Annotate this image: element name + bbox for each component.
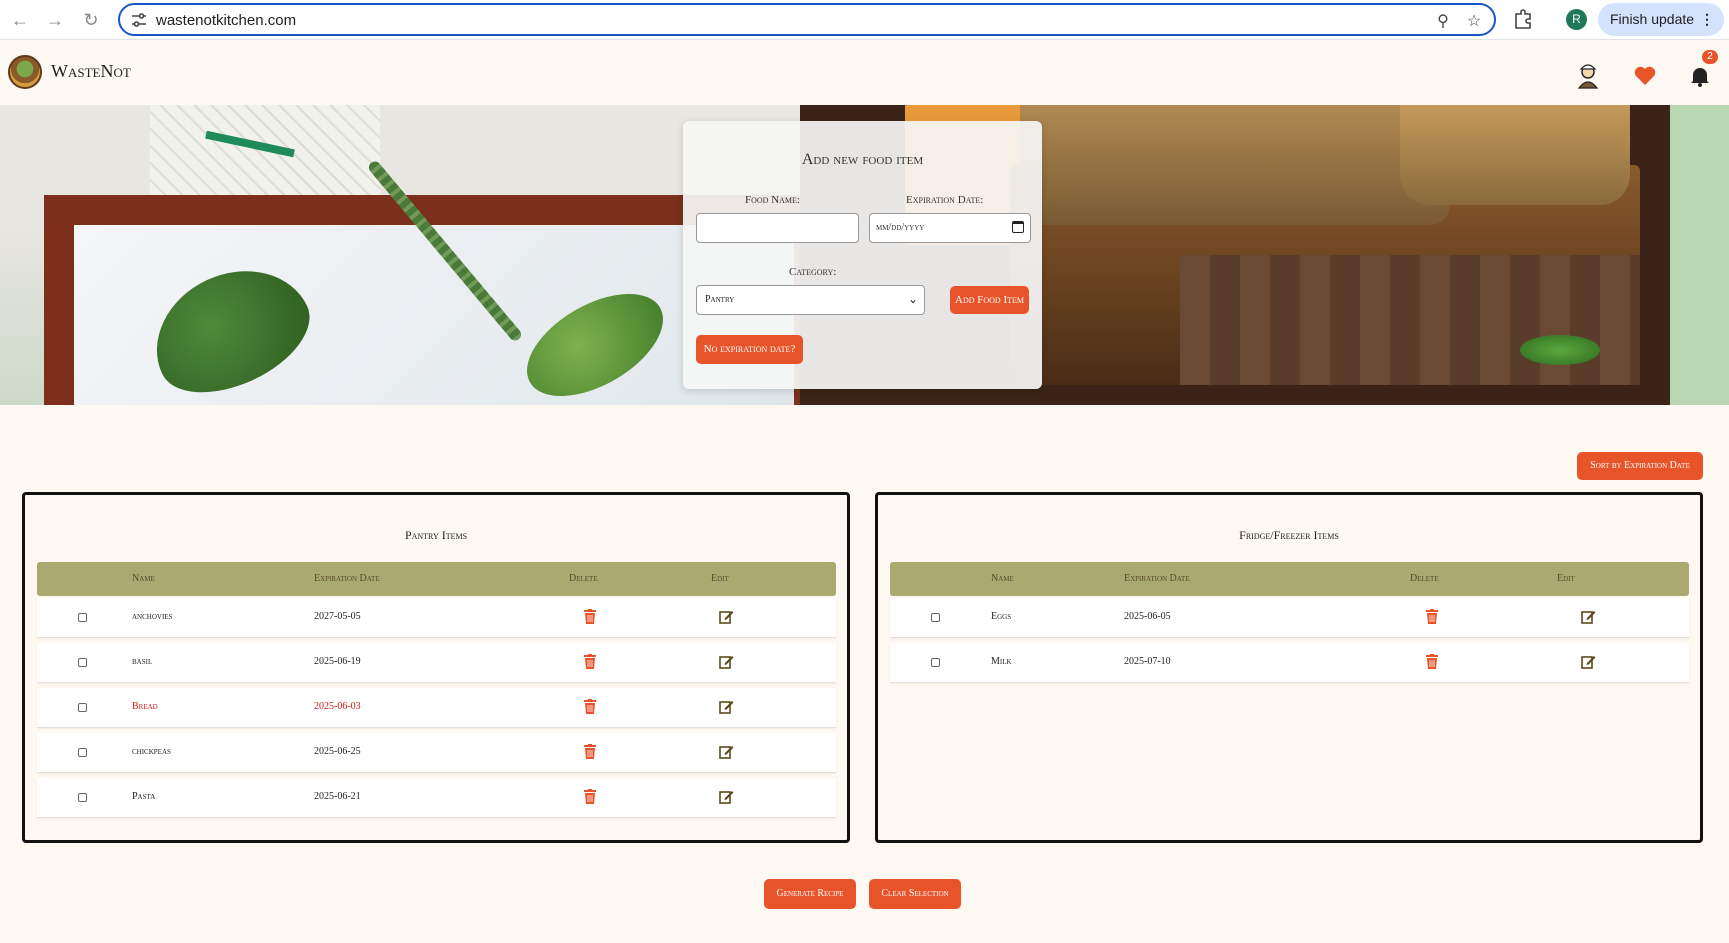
generate-recipe-button[interactable]: Generate Recipe bbox=[764, 879, 856, 909]
row-checkbox[interactable] bbox=[78, 793, 87, 802]
trash-icon[interactable] bbox=[584, 654, 596, 669]
table-row: Pasta 2025-06-21 bbox=[37, 778, 836, 818]
favorites-heart-icon[interactable] bbox=[1632, 63, 1658, 89]
no-expiration-date-button[interactable]: No expiration date? bbox=[696, 335, 803, 364]
table-row: Milk 2025-07-10 bbox=[890, 643, 1689, 683]
row-checkbox[interactable] bbox=[78, 658, 87, 667]
zoom-icon[interactable]: ⚲ bbox=[1433, 11, 1453, 31]
add-food-item-button[interactable]: Add Food Item bbox=[950, 286, 1029, 314]
notification-count-badge: 2 bbox=[1702, 50, 1718, 64]
pantry-items-panel: Pantry Items Name Expiration Date Delete… bbox=[22, 492, 850, 843]
app-header: WasteNot 2 bbox=[0, 41, 1729, 105]
edit-icon[interactable] bbox=[1581, 609, 1596, 624]
category-label: Category: bbox=[789, 266, 837, 278]
table-row: basil 2025-06-19 bbox=[37, 643, 836, 683]
col-delete: Delete bbox=[1410, 573, 1439, 584]
chevron-down-icon: ⌄ bbox=[907, 292, 918, 306]
trash-icon[interactable] bbox=[584, 744, 596, 759]
fridge-title: Fridge/Freezer Items bbox=[1239, 528, 1339, 542]
item-name: Pasta bbox=[132, 791, 156, 802]
table-row: Bread 2025-06-03 bbox=[37, 688, 836, 728]
item-expiration: 2025-06-21 bbox=[314, 791, 361, 802]
bookmark-star-icon[interactable]: ☆ bbox=[1464, 11, 1484, 31]
address-bar[interactable]: wastenotkitchen.com ⚲ ☆ bbox=[118, 3, 1496, 36]
item-name: anchovies bbox=[132, 611, 173, 622]
item-name: Bread bbox=[132, 701, 158, 712]
edit-icon[interactable] bbox=[719, 744, 734, 759]
col-name: Name bbox=[132, 573, 155, 584]
pantry-title: Pantry Items bbox=[404, 528, 468, 542]
notifications-bell-icon[interactable] bbox=[1687, 63, 1713, 89]
brand-logo[interactable] bbox=[8, 55, 42, 89]
table-row: anchovies 2027-05-05 bbox=[37, 598, 836, 638]
category-value: Pantry bbox=[705, 294, 735, 305]
reload-icon[interactable]: ↻ bbox=[79, 8, 103, 32]
expiration-date-input[interactable]: mm/dd/yyyy bbox=[869, 213, 1031, 243]
item-name: chickpeas bbox=[132, 746, 171, 757]
finish-update-button[interactable]: Finish update ⋮ bbox=[1598, 3, 1724, 36]
item-expiration: 2025-06-03 bbox=[314, 701, 361, 712]
category-select[interactable]: Pantry ⌄ bbox=[696, 285, 925, 315]
calendar-icon[interactable] bbox=[1012, 221, 1024, 233]
form-title: Add new food item bbox=[801, 151, 924, 168]
trash-icon[interactable] bbox=[584, 789, 596, 804]
chef-profile-icon[interactable] bbox=[1575, 63, 1601, 89]
item-name: Milk bbox=[991, 656, 1012, 667]
col-name: Name bbox=[991, 573, 1014, 584]
edit-icon[interactable] bbox=[719, 699, 734, 714]
item-name: basil bbox=[132, 656, 153, 667]
site-settings-icon[interactable] bbox=[130, 11, 148, 29]
item-expiration: 2025-07-10 bbox=[1124, 656, 1171, 667]
edit-icon[interactable] bbox=[719, 789, 734, 804]
edit-icon[interactable] bbox=[719, 654, 734, 669]
sort-by-expiration-button[interactable]: Sort by Expiration Date bbox=[1577, 452, 1703, 480]
table-row: Eggs 2025-06-05 bbox=[890, 598, 1689, 638]
expiration-date-placeholder: mm/dd/yyyy bbox=[876, 222, 925, 233]
trash-icon[interactable] bbox=[584, 699, 596, 714]
brand-name[interactable]: WasteNot bbox=[51, 61, 131, 82]
expiration-date-label: Expiration Date: bbox=[906, 194, 984, 206]
add-food-form: Add new food item Food Name: Expiration … bbox=[683, 121, 1042, 389]
trash-icon[interactable] bbox=[584, 609, 596, 624]
profile-avatar[interactable]: R bbox=[1566, 9, 1587, 30]
col-expiration: Expiration Date bbox=[1124, 573, 1190, 584]
edit-icon[interactable] bbox=[719, 609, 734, 624]
url-text[interactable]: wastenotkitchen.com bbox=[156, 12, 296, 29]
item-expiration: 2027-05-05 bbox=[314, 611, 361, 622]
row-checkbox[interactable] bbox=[78, 703, 87, 712]
edit-icon[interactable] bbox=[1581, 654, 1596, 669]
browser-toolbar: ← → ↻ wastenotkitchen.com ⚲ ☆ R Finish u… bbox=[0, 0, 1729, 40]
table-row: chickpeas 2025-06-25 bbox=[37, 733, 836, 773]
row-checkbox[interactable] bbox=[931, 613, 940, 622]
row-checkbox[interactable] bbox=[78, 613, 87, 622]
row-checkbox[interactable] bbox=[931, 658, 940, 667]
extensions-icon[interactable] bbox=[1512, 8, 1534, 30]
col-edit: Edit bbox=[711, 573, 729, 584]
fridge-table-header: Name Expiration Date Delete Edit bbox=[890, 562, 1689, 596]
trash-icon[interactable] bbox=[1426, 654, 1438, 669]
clear-selection-button[interactable]: Clear Selection bbox=[869, 879, 961, 909]
pantry-table-header: Name Expiration Date Delete Edit bbox=[37, 562, 836, 596]
row-checkbox[interactable] bbox=[78, 748, 87, 757]
forward-icon[interactable]: → bbox=[43, 8, 67, 32]
item-expiration: 2025-06-19 bbox=[314, 656, 361, 667]
food-name-label: Food Name: bbox=[745, 194, 800, 206]
item-expiration: 2025-06-05 bbox=[1124, 611, 1171, 622]
back-icon[interactable]: ← bbox=[8, 8, 32, 32]
food-name-input[interactable] bbox=[696, 213, 859, 243]
col-expiration: Expiration Date bbox=[314, 573, 380, 584]
item-name: Eggs bbox=[991, 611, 1012, 622]
fridge-items-panel: Fridge/Freezer Items Name Expiration Dat… bbox=[875, 492, 1703, 843]
finish-update-label: Finish update bbox=[1610, 11, 1695, 27]
col-delete: Delete bbox=[569, 573, 598, 584]
more-menu-icon[interactable]: ⋮ bbox=[1700, 3, 1714, 36]
col-edit: Edit bbox=[1557, 573, 1575, 584]
trash-icon[interactable] bbox=[1426, 609, 1438, 624]
item-expiration: 2025-06-25 bbox=[314, 746, 361, 757]
